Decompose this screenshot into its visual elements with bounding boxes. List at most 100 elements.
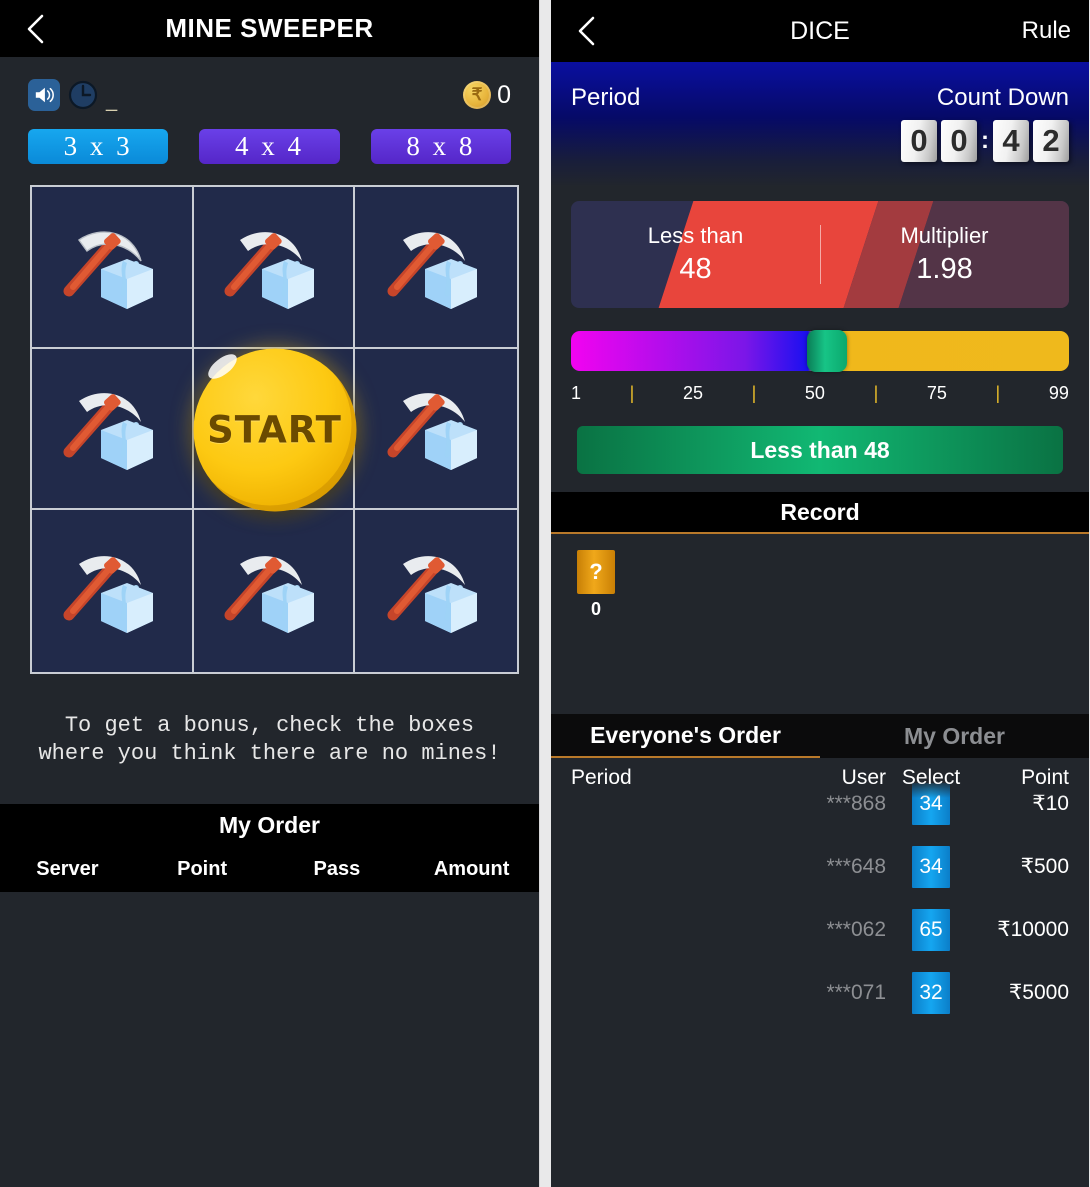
slider-tick-mark-1: | <box>629 383 635 403</box>
column-point: Point <box>177 857 228 880</box>
balance-value: 0 <box>497 80 511 109</box>
grid-size-selector: 3 x 3 4 x 4 8 x 8 <box>0 115 539 164</box>
table-row[interactable]: ***062 65 ₹10000 <box>551 898 1089 961</box>
table-row[interactable]: ***648 34 ₹500 <box>551 835 1089 898</box>
countdown-label: Count Down <box>936 84 1069 111</box>
countdown-digit-2: 0 <box>941 120 977 162</box>
my-order-title: My Order <box>219 811 320 838</box>
countdown-digit-4: 2 <box>1033 120 1069 162</box>
cell-select: 65 <box>886 908 976 951</box>
countdown-block: Count Down 0 0 : 4 2 <box>901 84 1069 162</box>
mine-timer-text: _ <box>106 90 118 112</box>
mine-grid: START <box>30 185 519 674</box>
slider-tick-75: 75 <box>926 383 947 403</box>
dice-slider: 1 | 25 | 50 | 75 | 99 <box>571 330 1069 404</box>
mine-cell[interactable] <box>32 510 194 672</box>
column-pass: Pass <box>313 857 361 880</box>
start-button-label: START <box>207 408 342 451</box>
tab-everyones-order[interactable]: Everyone's Order <box>551 714 820 758</box>
tab-my-order[interactable]: My Order <box>820 714 1089 758</box>
back-button[interactable] <box>18 12 52 46</box>
clock-glyph <box>68 80 98 110</box>
dice-hero: Period Count Down 0 0 : 4 2 <box>551 62 1089 187</box>
mine-body: _ ₹ 0 3 x 3 4 x 4 8 x 8 START To get a b… <box>0 57 539 1158</box>
mine-sweeper-panel: MINE SWEEPER _ ₹ 0 3 x 3 4 x 4 8 x 8 STA… <box>0 0 540 1187</box>
speaker-icon[interactable] <box>28 79 60 111</box>
mine-cell[interactable] <box>32 187 194 349</box>
bet-summary-card: Less than 48 Multiplier 1.98 <box>571 201 1069 308</box>
size-button-4x4[interactable]: 4 x 4 <box>199 129 340 164</box>
less-than-label: Less than <box>647 223 744 248</box>
card-divider <box>820 225 821 284</box>
countdown-digits: 0 0 : 4 2 <box>901 120 1069 162</box>
column-select: Select <box>901 766 961 789</box>
mine-cell[interactable] <box>355 348 517 511</box>
order-table-body: ***868 34 ₹10 ***648 34 ₹500 ***062 65 ₹… <box>551 772 1089 1024</box>
select-chip: 65 <box>912 908 950 951</box>
slider-tick-50: 50 <box>804 383 825 403</box>
multiplier-block: Multiplier 1.98 <box>820 201 1069 308</box>
mine-navbar: MINE SWEEPER <box>0 0 539 57</box>
page-title: MINE SWEEPER <box>165 13 374 43</box>
mine-hint-text: To get a bonus, check the boxes where yo… <box>38 713 501 767</box>
mine-cell[interactable] <box>193 510 356 672</box>
cell-user: ***071 <box>826 980 886 1004</box>
slider-tick-mark-3: | <box>873 383 879 403</box>
my-order-title-bar: My Order <box>0 804 539 847</box>
order-table: Period User Select Point ***868 34 ₹10 *… <box>551 758 1089 1063</box>
pickaxe-ice-cube-icon <box>387 393 478 471</box>
start-button[interactable]: START <box>193 348 356 511</box>
less-than-block: Less than 48 <box>571 201 820 308</box>
record-item[interactable]: ? 0 <box>577 550 615 620</box>
chevron-left-icon <box>27 14 44 43</box>
page-title: DICE <box>790 16 850 45</box>
multiplier-label: Multiplier <box>900 223 989 248</box>
pickaxe-ice-cube-icon <box>63 556 153 634</box>
clock-icon[interactable] <box>66 78 100 112</box>
column-server: Server <box>36 857 99 880</box>
my-order-table-header: Server Point Pass Amount <box>0 846 539 893</box>
slider-thumb[interactable] <box>807 330 848 372</box>
cell-user: ***062 <box>826 917 886 941</box>
size-button-8x8[interactable]: 8 x 8 <box>370 129 511 164</box>
cell-point: ₹5000 <box>1008 981 1069 1004</box>
my-order-table-body <box>0 892 539 1158</box>
table-row[interactable]: ***071 32 ₹5000 <box>551 961 1089 1024</box>
mine-cell[interactable] <box>355 510 517 672</box>
slider-tick-25: 25 <box>682 383 703 403</box>
countdown-digit-1: 0 <box>901 120 937 162</box>
slider-track[interactable] <box>571 330 1069 372</box>
record-title: Record <box>780 498 860 525</box>
cell-user: ***648 <box>826 854 886 878</box>
record-value: 0 <box>590 599 601 619</box>
slider-tick-1: 1 <box>571 383 582 403</box>
mine-cell[interactable] <box>32 348 194 511</box>
cell-point: ₹10000 <box>997 918 1069 941</box>
slider-tick-labels: 1 | 25 | 50 | 75 | 99 <box>571 383 1069 404</box>
order-tabs: Everyone's Order My Order <box>551 714 1089 758</box>
countdown-digit-3: 4 <box>993 120 1029 162</box>
order-table-header: Period User Select Point <box>551 758 1089 798</box>
rule-link[interactable]: Rule <box>1022 17 1071 45</box>
column-user: User <box>841 766 886 789</box>
mine-cell[interactable] <box>193 187 356 349</box>
pickaxe-ice-cube-icon <box>224 231 315 309</box>
column-amount: Amount <box>433 857 510 880</box>
place-bet-button[interactable]: Less than 48 <box>577 426 1063 474</box>
period-label: Period <box>571 84 641 111</box>
pickaxe-ice-cube-icon <box>387 231 478 309</box>
slider-tick-mark-2: | <box>751 383 757 403</box>
cell-point: ₹500 <box>1020 855 1069 878</box>
record-title-bar: Record <box>551 492 1089 534</box>
size-button-3x3[interactable]: 3 x 3 <box>28 129 169 164</box>
slider-tick-99: 99 <box>1048 383 1069 403</box>
dice-navbar: DICE Rule <box>551 0 1089 62</box>
cell-select: 32 <box>886 971 976 1014</box>
pickaxe-ice-cube-icon <box>63 393 153 471</box>
record-badge: ? <box>577 550 615 594</box>
rupee-coin-icon: ₹ <box>463 81 492 109</box>
multiplier-value: 1.98 <box>916 253 973 285</box>
mine-cell[interactable] <box>355 187 517 349</box>
back-button[interactable] <box>569 14 603 48</box>
countdown-separator: : <box>981 127 989 154</box>
